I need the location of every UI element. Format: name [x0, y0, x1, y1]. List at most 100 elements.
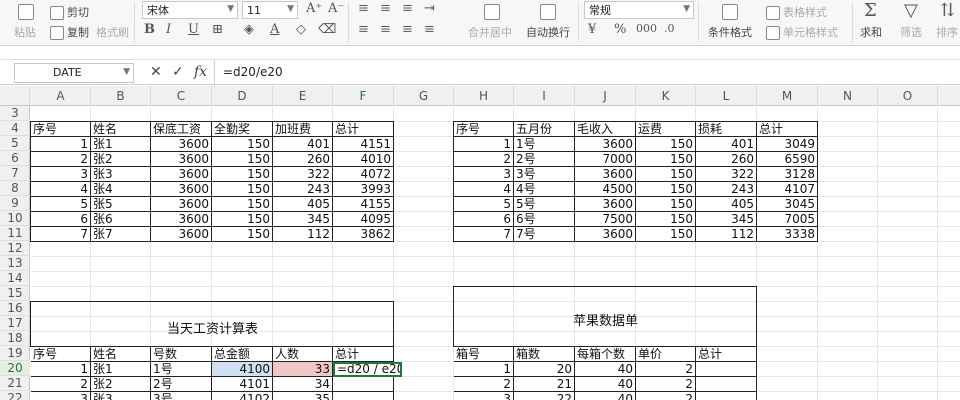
daily-wage-cell[interactable]: 4101	[212, 377, 273, 392]
table-style-button[interactable]: 表格样式	[766, 4, 827, 20]
daily-wage-cell[interactable]	[333, 392, 394, 400]
spreadsheet-grid[interactable]: ABCDEFGHIJKLMNO 3 4 5 6 7 8 9 10 11 12 13 14 15 16 17 1…	[0, 86, 960, 400]
increase-font-icon[interactable]: A⁺	[306, 1, 322, 16]
daily-wage-cell[interactable]	[333, 377, 394, 392]
font-color-icon[interactable]: A	[270, 22, 279, 37]
row-header-4[interactable]: 4	[0, 121, 30, 136]
merge-center-icon[interactable]	[484, 4, 503, 20]
row-header-16[interactable]: 16	[0, 301, 30, 316]
daily-wage-cell[interactable]: 35	[273, 392, 333, 400]
align-left-icon[interactable]: ≡	[358, 22, 369, 37]
border-icon[interactable]: ⊞	[212, 22, 223, 37]
sort-button[interactable]: 排序	[936, 24, 958, 40]
cut-button[interactable]: 剪切	[50, 4, 89, 20]
daily-wage-header-2[interactable]: 号数	[151, 347, 212, 362]
column-header-l[interactable]: L	[696, 86, 757, 106]
column-header-j[interactable]: J	[575, 86, 636, 106]
sort-icon[interactable]: ⇅	[940, 0, 955, 21]
cancel-icon[interactable]: ✕	[150, 64, 162, 80]
column-header-f[interactable]: F	[333, 86, 394, 106]
apple-data-cell[interactable]: 2	[636, 392, 696, 400]
apple-data-cell[interactable]: 40	[575, 362, 636, 377]
column-header-h[interactable]: H	[454, 86, 514, 106]
column-header-i[interactable]: I	[514, 86, 575, 106]
align-top-icon[interactable]: ≡	[358, 1, 369, 16]
row-header-3[interactable]: 3	[0, 106, 30, 121]
daily-wage-header-1[interactable]: 姓名	[91, 347, 151, 362]
cell-style-button[interactable]: 单元格样式	[766, 24, 838, 40]
daily-wage-header-0[interactable]: 序号	[31, 347, 91, 362]
daily-wage-cell[interactable]: 3号	[151, 392, 212, 400]
confirm-icon[interactable]: ✓	[172, 64, 184, 80]
daily-wage-header-5[interactable]: 总计	[333, 347, 394, 362]
daily-wage-cell[interactable]: 张3	[91, 392, 151, 400]
underline-icon[interactable]: U	[188, 22, 199, 37]
cell-area[interactable]: 序号 姓名 保底工资 全勤奖 加班费 总计 1 张1 3600 150 401 4151 2 张2 3600…	[30, 107, 960, 400]
row-header-10[interactable]: 10	[0, 211, 30, 226]
column-header-c[interactable]: C	[151, 86, 212, 106]
apple-data-header-1[interactable]: 箱数	[514, 347, 575, 362]
decimal-icon[interactable]: .0	[664, 22, 675, 35]
percent-icon[interactable]: %	[614, 22, 626, 37]
column-header-o[interactable]: O	[878, 86, 938, 106]
apple-data-cell[interactable]: 2	[454, 377, 514, 392]
row-header-15[interactable]: 15	[0, 286, 30, 301]
conditional-format-icon[interactable]	[722, 4, 741, 20]
daily-wage-cell[interactable]: 1号	[151, 362, 212, 377]
column-header-k[interactable]: K	[636, 86, 696, 106]
daily-wage-header-3[interactable]: 总金额	[212, 347, 273, 362]
row-header-12[interactable]: 12	[0, 241, 30, 256]
sum-button[interactable]: 求和	[860, 24, 882, 40]
row-header-7[interactable]: 7	[0, 166, 30, 181]
thousands-icon[interactable]: 000	[636, 22, 657, 35]
daily-wage-cell[interactable]: 34	[273, 377, 333, 392]
apple-data-cell[interactable]: 2	[636, 377, 696, 392]
fx-icon[interactable]: fx	[194, 64, 207, 80]
select-all-corner[interactable]	[0, 86, 30, 106]
merge-center-button[interactable]: 合并居中	[468, 24, 512, 40]
row-header-18[interactable]: 18	[0, 331, 30, 346]
highlight-icon[interactable]: ⌫	[318, 22, 336, 37]
daily-wage-cell[interactable]: 2号	[151, 377, 212, 392]
paste-icon[interactable]	[18, 4, 37, 20]
column-header-b[interactable]: B	[91, 86, 151, 106]
row-header-20[interactable]: 20	[0, 361, 30, 376]
bold-icon[interactable]: B	[144, 22, 155, 37]
row-header-8[interactable]: 8	[0, 181, 30, 196]
apple-data-cell[interactable]: 2	[636, 362, 696, 377]
column-header-d[interactable]: D	[212, 86, 273, 106]
decrease-font-icon[interactable]: A⁻	[328, 1, 344, 16]
daily-wage-cell[interactable]: 张1	[91, 362, 151, 377]
filter-button[interactable]: 筛选	[900, 24, 922, 40]
apple-data-header-2[interactable]: 每箱个数	[575, 347, 636, 362]
name-box[interactable]: DATE ▼	[14, 63, 134, 83]
apple-data-cell[interactable]	[696, 377, 757, 392]
apple-data-cell[interactable]	[696, 362, 757, 377]
conditional-format-button[interactable]: 条件格式	[708, 24, 752, 40]
column-header-e[interactable]: E	[273, 86, 333, 106]
wrap-text-button[interactable]: 自动换行	[526, 24, 570, 40]
daily-wage-header-4[interactable]: 人数	[273, 347, 333, 362]
font-name-select[interactable]: 宋体 ▼	[142, 1, 238, 19]
align-center-icon[interactable]: ≡	[380, 22, 391, 37]
row-header-14[interactable]: 14	[0, 271, 30, 286]
daily-wage-cell[interactable]: 张2	[91, 377, 151, 392]
apple-data-header-3[interactable]: 单价	[636, 347, 696, 362]
wrap-text-icon[interactable]	[540, 4, 559, 20]
active-cell-editor[interactable]: =d20 / e20	[333, 362, 402, 377]
daily-wage-cell[interactable]: 2	[31, 377, 91, 392]
row-header-22[interactable]: 22	[0, 391, 30, 400]
currency-icon[interactable]: ¥	[588, 22, 596, 37]
align-middle-icon[interactable]: ≡	[380, 1, 391, 16]
daily-wage-cell[interactable]: 3	[31, 392, 91, 400]
row-header-17[interactable]: 17	[0, 316, 30, 331]
paste-button[interactable]: 粘贴	[14, 24, 36, 40]
italic-icon[interactable]: I	[166, 22, 171, 37]
sigma-icon[interactable]: Σ	[864, 0, 877, 21]
formula-input[interactable]: =d20/e20	[214, 60, 960, 86]
apple-data-cell[interactable]: 22	[514, 392, 575, 400]
column-header-n[interactable]: N	[818, 86, 878, 106]
filter-icon[interactable]: ▽	[904, 0, 918, 21]
daily-wage-cell[interactable]: 33	[273, 362, 333, 377]
daily-wage-cell[interactable]: 4100	[212, 362, 273, 377]
